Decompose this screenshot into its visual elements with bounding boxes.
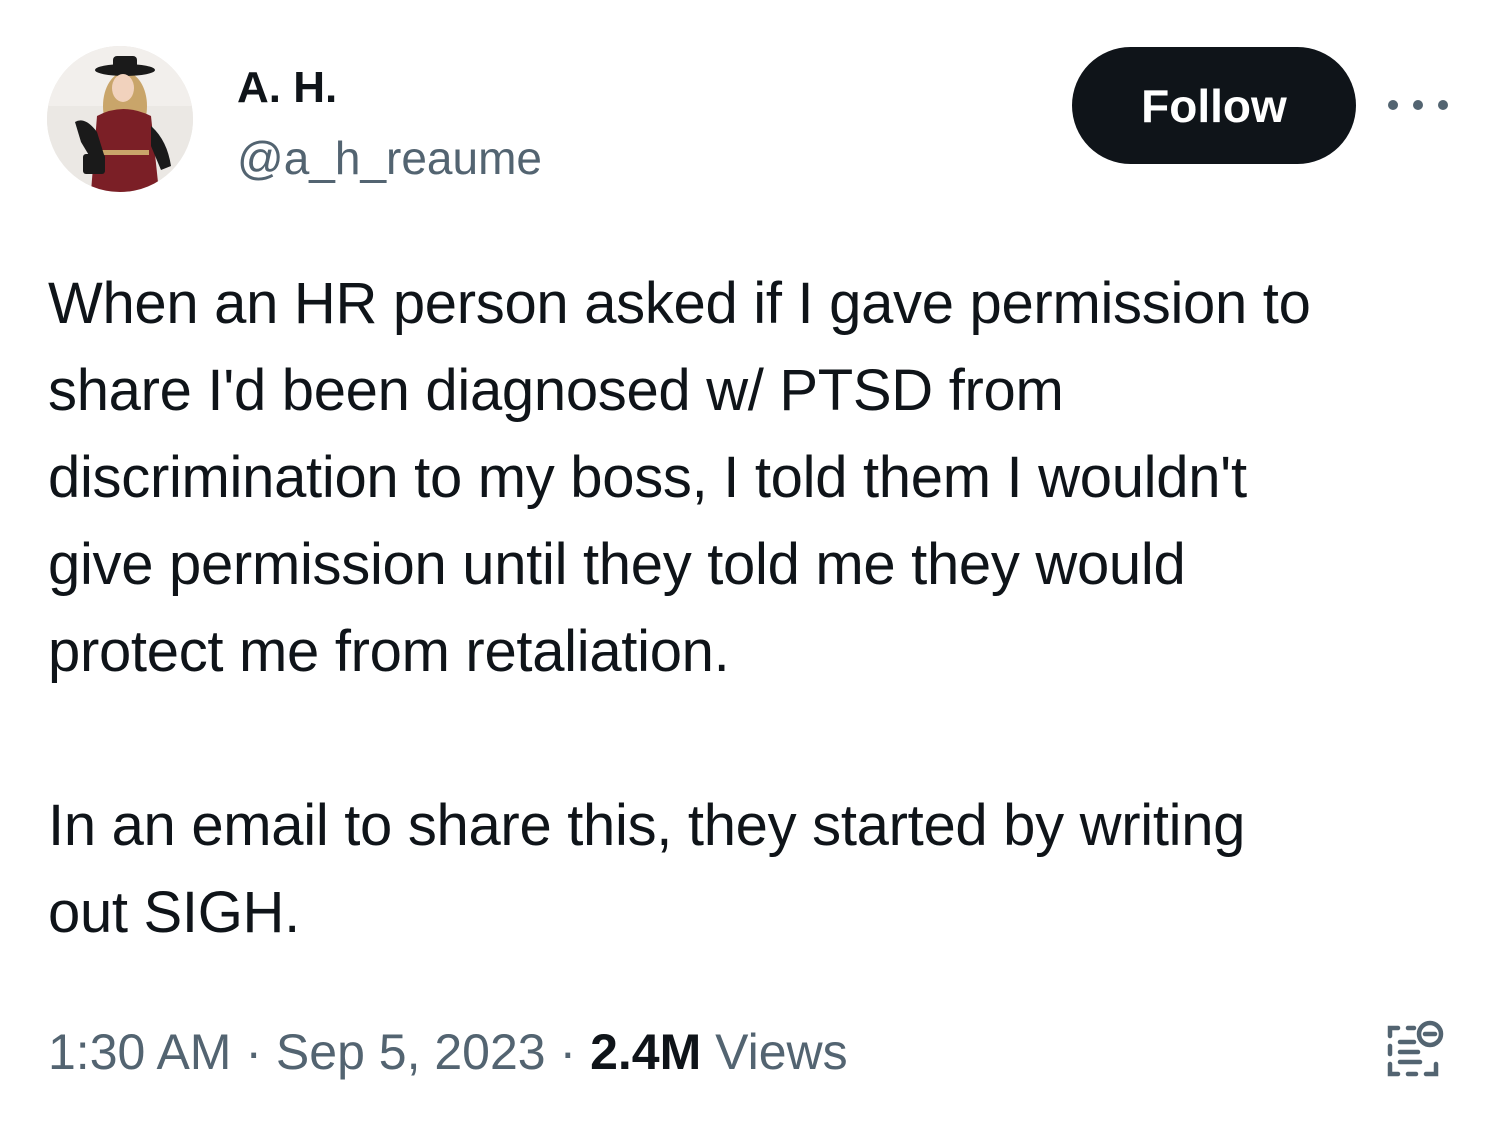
meta-separator: · [559,1024,577,1080]
tweet-meta: 1:30 AM · Sep 5, 2023 · 2.4M Views [48,1020,848,1084]
more-dot [1388,100,1398,110]
tweet-date[interactable]: Sep 5, 2023 [276,1024,546,1080]
author-handle[interactable]: @a_h_reaume [237,130,542,186]
follow-button[interactable]: Follow [1072,47,1356,164]
views-label: Views [715,1024,848,1080]
analytics-icon[interactable] [1384,1018,1446,1084]
tweet: A. H. @a_h_reaume Follow When an HR pers… [0,0,1500,1128]
more-horizontal-icon[interactable] [1388,88,1448,122]
tweet-paragraph-2: In an email to share this, they started … [48,793,1246,945]
more-dot [1438,100,1448,110]
tweet-time[interactable]: 1:30 AM [48,1024,231,1080]
meta-separator: · [245,1024,263,1080]
views-count: 2.4M [590,1024,702,1080]
tweet-paragraph-1: When an HR person asked if I gave permis… [48,271,1311,684]
tweet-text: When an HR person asked if I gave permis… [48,260,1458,956]
author-avatar[interactable] [47,46,193,192]
author-display-name[interactable]: A. H. [237,62,337,114]
profile-photo-icon [47,46,193,192]
more-dot [1413,100,1423,110]
